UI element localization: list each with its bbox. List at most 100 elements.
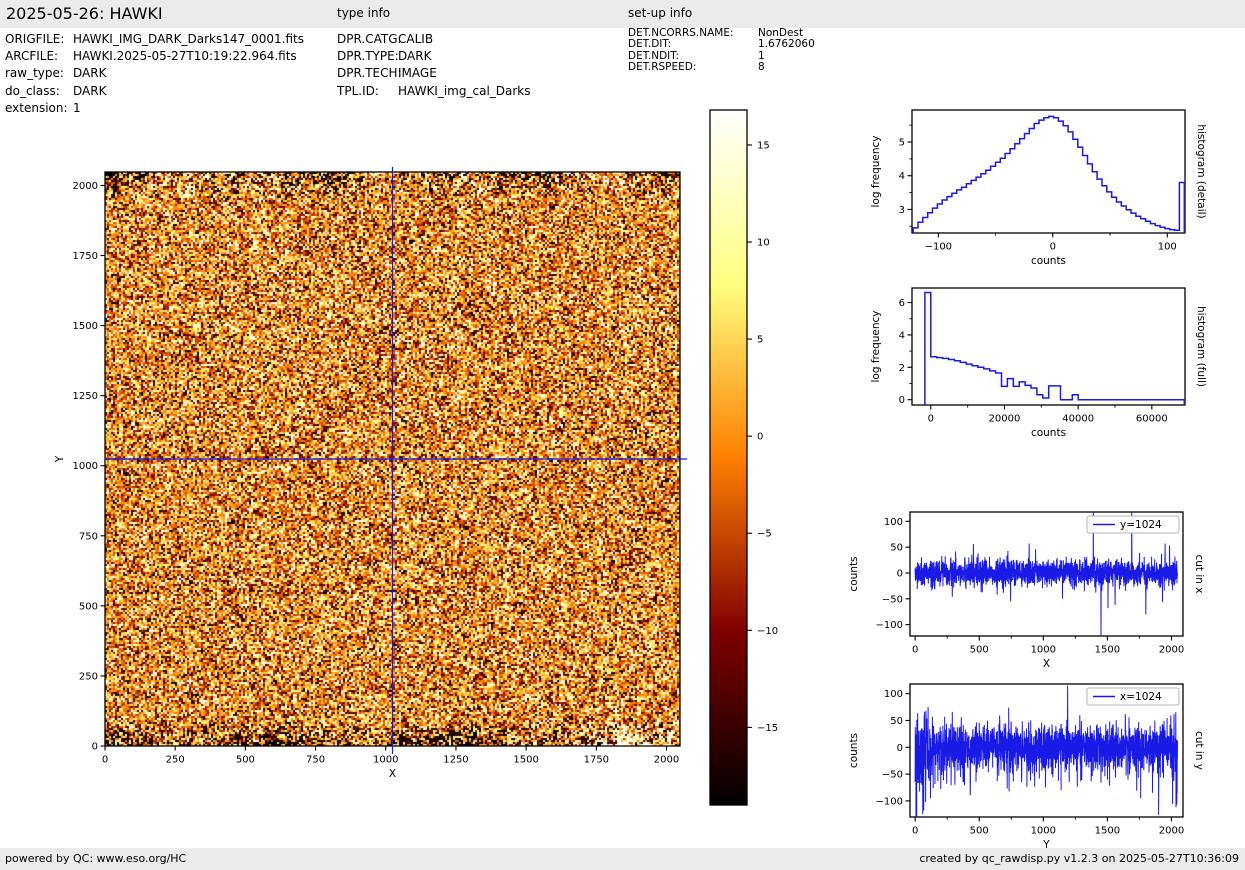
y-tick-label: 2000 [73, 181, 98, 192]
dprtech-label: DPR.TECH: [337, 66, 402, 81]
type-info-block: DPR.CATG:CALIB DPR.TYPE:DARK DPR.TECH:IM… [337, 31, 531, 100]
arcfile-label: ARCFILE: [5, 49, 59, 64]
hist_detail-side-label: histogram (detail) [1195, 124, 1207, 218]
colorbar-tick-label: 10 [757, 238, 770, 249]
y-tick-label: −100 [876, 796, 903, 807]
y-tick-label: 1500 [73, 321, 98, 332]
x-tick-label: 1500 [1095, 826, 1120, 837]
x-tick-label: 1000 [373, 755, 398, 766]
origfile-label: ORIGFILE: [5, 32, 65, 46]
y-tick-label: 100 [884, 689, 903, 700]
rawtype-value: DARK [73, 66, 107, 81]
y-tick-label: 6 [899, 298, 905, 309]
y-tick-label: 50 [890, 543, 903, 554]
x-tick-label: 2000 [1159, 645, 1184, 656]
info-row-dprtype: DPR.TYPE:DARK [337, 48, 531, 65]
cut_x-line [914, 512, 1178, 636]
dprtech-value: IMAGE [398, 66, 437, 81]
hist_full-ylabel: log frequency [870, 310, 882, 382]
x-tick-label: 0 [912, 645, 918, 656]
x-tick-label: 100 [1158, 242, 1177, 253]
extension-label: extension: [5, 100, 68, 115]
info-row-rawtype: raw_type: DARK [5, 65, 304, 82]
y-tick-label: 0 [899, 395, 905, 406]
x-tick-label: 2000 [1159, 826, 1184, 837]
x-tick-label: 0 [1050, 242, 1056, 253]
x-tick-label: 2000 [654, 755, 679, 766]
y-tick-label: 2 [899, 363, 905, 374]
y-tick-label: −50 [882, 770, 903, 781]
x-tick-label: −100 [925, 242, 952, 253]
colorbar-tick-label: 5 [757, 335, 763, 346]
main_image-ylabel: Y [54, 455, 66, 463]
y-tick-label: 0 [92, 742, 98, 753]
cut_x-legend-box [1086, 515, 1180, 534]
extension-value: 1 [73, 100, 81, 115]
x-tick-label: 1250 [443, 755, 468, 766]
y-tick-label: −50 [882, 594, 903, 605]
rspeed-label: DET.RSPEED: [628, 61, 697, 74]
colorbar-tick-label: 15 [757, 140, 770, 151]
origfile-value: HAWKI_IMG_DARK_Darks147_0001.fits [73, 32, 304, 46]
cut_x-frame [909, 511, 1184, 637]
info-row-arcfile: ARCFILE: HAWKI.2025-05-27T10:19:22.964.fi… [5, 48, 304, 65]
hist_full-side-label: histogram (full) [1195, 306, 1207, 387]
y-tick-label: 0 [897, 743, 903, 754]
dit-value: 1.6762060 [758, 38, 815, 51]
info-row-rspeed: DET.RSPEED: 8 [628, 61, 815, 74]
ndit-value: 1 [758, 49, 765, 62]
footer-powered-by: powered by QC: www.eso.org/HC [5, 852, 187, 865]
doclass-value: DARK [73, 83, 107, 98]
y-tick-label: 250 [79, 671, 98, 682]
x-tick-label: 500 [236, 755, 255, 766]
footer-created-by: created by qc_rawdisp.py v1.2.3 on 2025-… [919, 852, 1239, 865]
x-tick-label: 1000 [1031, 826, 1056, 837]
y-tick-label: 3 [899, 205, 905, 216]
tplid-value: HAWKI_img_cal_Darks [398, 83, 531, 98]
y-tick-label: 1250 [73, 391, 98, 402]
dark-frame-heatmap [105, 172, 680, 746]
hist_detail-xlabel: counts [1031, 255, 1066, 267]
y-tick-label: 50 [890, 716, 903, 727]
rawtype-label: raw_type: [5, 66, 64, 81]
main_image-xlabel: X [389, 768, 396, 780]
dprcatg-label: DPR.CATG: [337, 32, 402, 46]
doclass-label: do_class: [5, 83, 60, 98]
file-info-block: ORIGFILE: HAWKI_IMG_DARK_Darks147_0001.fi… [5, 31, 304, 117]
hist_full-frame [911, 287, 1186, 406]
dprtype-label: DPR.TYPE: [337, 49, 399, 64]
hist_detail-frame [911, 109, 1186, 234]
y-tick-label: 5 [899, 138, 905, 149]
cut_x-side-label: cut in x [1193, 554, 1205, 593]
arcfile-value: HAWKI.2025-05-27T10:19:22.964.fits [73, 49, 297, 64]
info-row-dprcatg: DPR.CATG:CALIB [337, 31, 531, 48]
cut_y-ylabel: counts [848, 733, 860, 768]
x-tick-label: 500 [970, 826, 989, 837]
cut_x-legend-label: y=1024 [1120, 519, 1162, 531]
y-tick-label: 500 [79, 601, 98, 612]
setup-info-block: DET.NCORRS.NAME: NonDest DET.DIT: 1.676206… [628, 27, 815, 74]
colorbar-gradient [710, 110, 747, 805]
cut_y-legend-label: x=1024 [1120, 691, 1162, 703]
x-tick-label: 0 [928, 414, 934, 425]
cut_y-frame [909, 683, 1184, 818]
qc-report-page: 2025-05-26: HAWKI type info set-up info … [0, 0, 1245, 870]
dprtype-value: DARK [398, 49, 432, 64]
y-tick-label: 1750 [73, 251, 98, 262]
x-tick-label: 0 [102, 755, 108, 766]
x-tick-label: 500 [970, 645, 989, 656]
info-row-origfile: ORIGFILE: HAWKI_IMG_DARK_Darks147_0001.fi… [5, 31, 304, 48]
cut_x-xlabel: X [1043, 658, 1050, 670]
dprcatg-value: CALIB [398, 32, 434, 46]
hist_full-xlabel: counts [1031, 427, 1066, 439]
x-tick-label: 0 [912, 826, 918, 837]
colorbar-tick-label: −5 [757, 529, 772, 540]
colorbar-tick-label: −10 [757, 626, 778, 637]
x-tick-label: 1000 [1031, 645, 1056, 656]
info-row-tplid: TPL.ID: HAWKI_img_cal_Darks [337, 83, 531, 100]
ncorrs-value: NonDest [758, 27, 804, 39]
cut_x-ylabel: counts [848, 556, 860, 591]
info-row-dprtech: DPR.TECH:IMAGE [337, 65, 531, 82]
y-tick-label: 4 [899, 330, 905, 341]
x-tick-label: 40000 [1062, 414, 1094, 425]
